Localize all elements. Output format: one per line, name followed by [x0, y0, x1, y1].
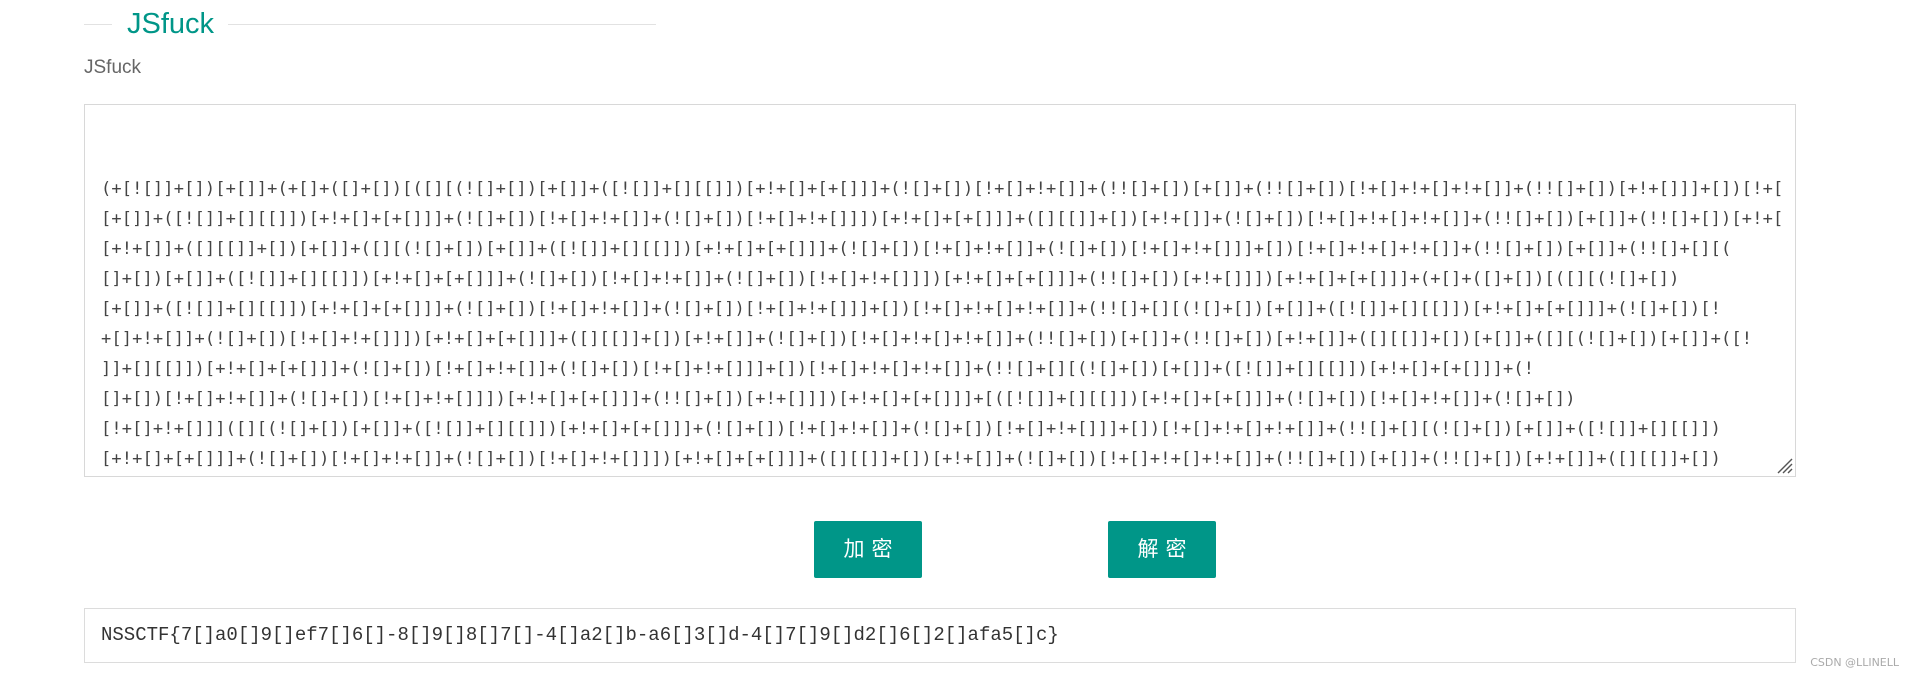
decrypt-button[interactable]: 解密: [1108, 521, 1216, 578]
code-line: [+[]]+([![]]+[][[]])[+!+[]+[+[]]]+(![]+[…: [101, 299, 1722, 319]
encrypt-button[interactable]: 加密: [814, 521, 922, 578]
code-line: [+[]]+([![]]+[][[]])[+!+[]+[+[]]]+(![]+[…: [101, 209, 1781, 229]
code-line: [+!+[]]+([][[]]+[])[+[]]+([][(![]+[])[+[…: [101, 239, 1732, 259]
page-title: JSfuck: [127, 8, 215, 40]
code-line: (+[![]]+[])[+[]]+(+[]+([]+[])[([][(![]+[…: [101, 179, 1781, 199]
section-title-row: JSfuck: [84, 4, 656, 44]
code-line: [+[]]+([][(![]+[])[+[]]+([![]]+[][[]])[+…: [101, 474, 1781, 476]
code-textarea[interactable]: (+[![]]+[])[+[]]+(+[]+([]+[])[([][(![]+[…: [84, 104, 1796, 477]
result-output[interactable]: NSSCTF{7[]a0[]9[]ef7[]6[]-8[]9[]8[]7[]-4…: [84, 608, 1796, 663]
watermark: CSDN @LLINELL: [1810, 656, 1899, 669]
title-divider-right: [228, 23, 656, 25]
code-line: []+[])[!+[]+!+[]]+(![]+[])[!+[]+!+[]]])[…: [101, 389, 1576, 409]
title-divider-left: [84, 23, 112, 25]
page: JSfuck JSfuck (+[![]]+[])[+[]]+(+[]+([]+…: [0, 0, 1911, 680]
code-line: [!+[]+!+[]]]([][(![]+[])[+[]]+([![]]+[][…: [101, 419, 1722, 439]
code-line: []+[])[+[]]+([![]]+[][[]])[+!+[]+[+[]]]+…: [101, 269, 1680, 289]
page-subtitle: JSfuck: [84, 57, 142, 78]
code-line: ]]+[][[]])[+!+[]+[+[]]]+(![]+[])[!+[]+!+…: [101, 359, 1535, 379]
code-line: +[]+!+[]]+(![]+[])[!+[]+!+[]]])[+!+[]+[+…: [101, 329, 1753, 349]
code-line: [+!+[]+[+[]]]+(![]+[])[!+[]+!+[]]+(![]+[…: [101, 449, 1722, 469]
resize-grip-icon[interactable]: [1775, 456, 1793, 474]
